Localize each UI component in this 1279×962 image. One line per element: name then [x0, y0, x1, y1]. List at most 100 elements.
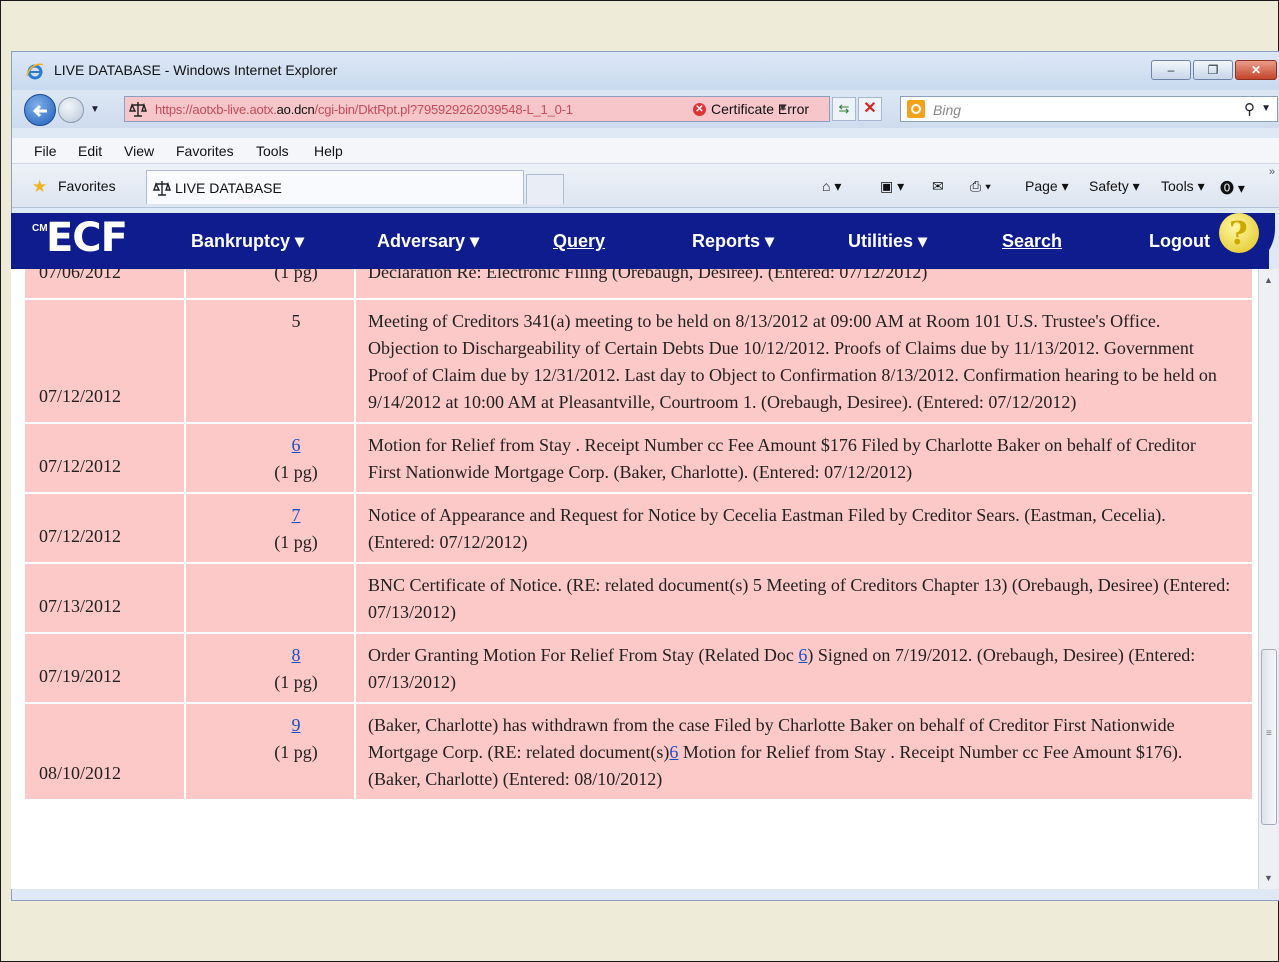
nav-query[interactable]: Query	[553, 231, 605, 252]
safety-menu[interactable]: Safety ▾	[1089, 178, 1140, 195]
scroll-thumb[interactable]: ≡	[1261, 649, 1277, 825]
docket-content: 07/06/2012 (1 pg) Declaration Re: Electr…	[11, 269, 1258, 889]
docket-table: 07/06/2012 (1 pg) Declaration Re: Electr…	[23, 269, 1254, 801]
nav-adversary[interactable]: Adversary ▾	[377, 231, 479, 252]
favorites-bar: ★ Favorites LIVE DATABASE ⌂ ▾ ▣ ▾ ✉ ⎙ ▾ …	[12, 164, 1279, 208]
restore-button[interactable]: ❐	[1193, 60, 1233, 80]
window-controls: – ❐ ✕	[1151, 60, 1277, 80]
nav-reports[interactable]: Reports ▾	[692, 231, 774, 252]
nav-bankruptcy[interactable]: Bankruptcy ▾	[191, 231, 304, 252]
nav-search[interactable]: Search	[1002, 231, 1062, 252]
restore-icon: ❐	[1207, 63, 1219, 77]
more-commands-chevron-icon[interactable]: »	[1269, 166, 1275, 178]
close-button[interactable]: ✕	[1235, 60, 1277, 80]
mail-icon[interactable]: ✉	[932, 178, 944, 195]
tools-menu[interactable]: Tools ▾	[1161, 178, 1205, 195]
search-box[interactable]: Bing ⚲ ▼	[900, 96, 1278, 122]
print-icon[interactable]: ⎙ ▾	[970, 178, 991, 195]
date-cell: 07/12/2012	[23, 298, 186, 424]
date-cell: 07/13/2012	[23, 562, 186, 634]
number-cell: 5	[184, 298, 356, 424]
minimize-icon: –	[1167, 63, 1175, 77]
number-cell: 9 (1 pg)	[184, 702, 356, 801]
refresh-icon: ⇆	[838, 101, 850, 116]
pages-label: (1 pg)	[274, 269, 318, 282]
ie-logo-icon	[26, 63, 44, 80]
pages-label: (1 pg)	[274, 742, 318, 762]
table-row: 07/19/2012 8 (1 pg) Order Granting Motio…	[23, 632, 1254, 704]
table-row: 07/12/2012 7 (1 pg) Notice of Appearance…	[23, 492, 1254, 564]
slide-frame: LIVE DATABASE - Windows Internet Explore…	[0, 0, 1279, 962]
close-icon: ✕	[1250, 63, 1262, 77]
vertical-scrollbar[interactable]: ▲ ≡ ▼	[1258, 269, 1278, 889]
menu-bar: File Edit View Favorites Tools Help	[12, 138, 1279, 164]
search-placeholder: Bing	[933, 102, 962, 118]
doc-number-link[interactable]: 6	[276, 432, 316, 459]
entry-text: Order Granting Motion For Relief From St…	[354, 632, 1254, 704]
help-icon[interactable]: ?	[1219, 213, 1259, 253]
nav-logout[interactable]: Logout	[1149, 231, 1210, 252]
scales-favicon-icon	[129, 102, 147, 117]
pages-label: (1 pg)	[274, 672, 318, 692]
doc-number: 5	[291, 311, 301, 331]
window-title: LIVE DATABASE - Windows Internet Explore…	[54, 62, 338, 78]
number-cell: 8 (1 pg)	[184, 632, 356, 704]
forward-button[interactable]	[58, 97, 84, 123]
menu-help[interactable]: Help	[314, 143, 343, 159]
certificate-error-label[interactable]: Certificate Error	[711, 101, 809, 117]
certificate-error-icon[interactable]: ✕	[693, 103, 706, 116]
menu-tools[interactable]: Tools	[256, 143, 289, 159]
date-cell: 07/12/2012	[23, 492, 186, 564]
search-dropdown-icon[interactable]: ▼	[1261, 103, 1271, 114]
number-cell	[184, 562, 356, 634]
back-button[interactable]	[24, 94, 56, 126]
home-icon[interactable]: ⌂ ▾	[822, 178, 841, 195]
address-dropdown-icon[interactable]: ▼	[778, 103, 788, 114]
search-icon[interactable]: ⚲	[1244, 100, 1255, 118]
address-bar[interactable]: https://aotxb-live.aotx.ao.dcn/cgi-bin/D…	[124, 96, 830, 122]
stop-button[interactable]: ✕	[858, 97, 882, 121]
table-row: 07/12/2012 5 Meeting of Creditors 341(a)…	[23, 298, 1254, 424]
doc-number-link[interactable]: 9	[276, 712, 316, 739]
new-tab-button[interactable]	[526, 174, 564, 204]
scroll-down-icon[interactable]: ▼	[1264, 873, 1273, 883]
bing-icon	[907, 100, 925, 118]
menu-file[interactable]: File	[34, 143, 57, 159]
table-row: 07/06/2012 (1 pg) Declaration Re: Electr…	[23, 269, 1254, 300]
doc-number-link[interactable]: 8	[276, 642, 316, 669]
menu-view[interactable]: View	[124, 143, 154, 159]
menu-edit[interactable]: Edit	[78, 143, 102, 159]
entry-text: (Baker, Charlotte) has withdrawn from th…	[354, 702, 1254, 801]
tab-title: LIVE DATABASE	[175, 180, 282, 196]
entry-text: Notice of Appearance and Request for Not…	[354, 492, 1254, 564]
ecf-logo: ECF	[45, 215, 128, 261]
favorites-star-icon[interactable]: ★	[32, 177, 47, 197]
table-row: 07/13/2012 BNC Certificate of Notice. (R…	[23, 562, 1254, 634]
scroll-grip-icon: ≡	[1266, 728, 1272, 739]
page-menu[interactable]: Page ▾	[1025, 178, 1069, 195]
number-cell: (1 pg)	[184, 269, 356, 300]
favorites-button[interactable]: Favorites	[58, 178, 116, 194]
title-bar[interactable]: LIVE DATABASE - Windows Internet Explore…	[12, 52, 1279, 90]
nav-utilities[interactable]: Utilities ▾	[848, 231, 927, 252]
table-row: 07/12/2012 6 (1 pg) Motion for Relief fr…	[23, 422, 1254, 494]
date-cell: 07/12/2012	[23, 422, 186, 494]
number-cell: 6 (1 pg)	[184, 422, 356, 494]
recent-pages-dropdown-icon[interactable]: ▼	[90, 104, 100, 115]
date-cell: 07/06/2012	[23, 269, 186, 300]
url-text: https://aotxb-live.aotx.ao.dcn/cgi-bin/D…	[155, 102, 573, 117]
help-menu-icon[interactable]: ⓿ ▾	[1220, 178, 1245, 198]
refresh-button[interactable]: ⇆	[832, 97, 856, 121]
scroll-up-icon[interactable]: ▲	[1264, 275, 1273, 285]
minimize-button[interactable]: –	[1151, 60, 1191, 80]
tab-live-database[interactable]: LIVE DATABASE	[146, 170, 524, 204]
table-row: 08/10/2012 9 (1 pg) (Baker, Charlotte) h…	[23, 702, 1254, 801]
entry-text: Declaration Re: Electronic Filing (Oreba…	[354, 269, 1254, 300]
menu-favorites[interactable]: Favorites	[176, 143, 234, 159]
entry-text: Meeting of Creditors 341(a) meeting to b…	[354, 298, 1254, 424]
feeds-icon[interactable]: ▣ ▾	[880, 178, 904, 195]
stop-icon: ✕	[863, 100, 877, 117]
address-row: ▼ https://aotxb-live.aotx.ao.dcn/cgi-bin…	[12, 90, 1279, 128]
doc-number-link[interactable]: 7	[276, 502, 316, 529]
date-cell: 07/19/2012	[23, 632, 186, 704]
